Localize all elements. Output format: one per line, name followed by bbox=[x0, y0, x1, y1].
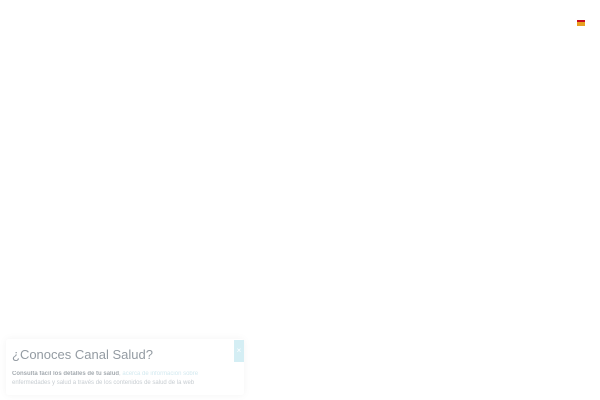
promo-toast: ¿Conoces Canal Salud? Consulta fácil los… bbox=[6, 339, 244, 395]
toast-text-rest: enfermedades y salud a través de los con… bbox=[12, 380, 195, 386]
toast-text-link[interactable]: acerca de información sobre bbox=[122, 371, 198, 377]
page: ¿Conoces Canal Salud? Consulta fácil los… bbox=[0, 0, 600, 400]
flag-stripe-yellow bbox=[577, 21, 585, 26]
spain-flag-icon[interactable] bbox=[577, 20, 585, 26]
toast-text: Consulta fácil los detalles de tu salud,… bbox=[12, 371, 199, 386]
toast-text-strong: Consulta fácil los detalles de tu salud bbox=[12, 371, 120, 377]
close-icon[interactable]: × bbox=[234, 340, 244, 362]
toast-title: ¿Conoces Canal Salud? bbox=[12, 347, 153, 362]
